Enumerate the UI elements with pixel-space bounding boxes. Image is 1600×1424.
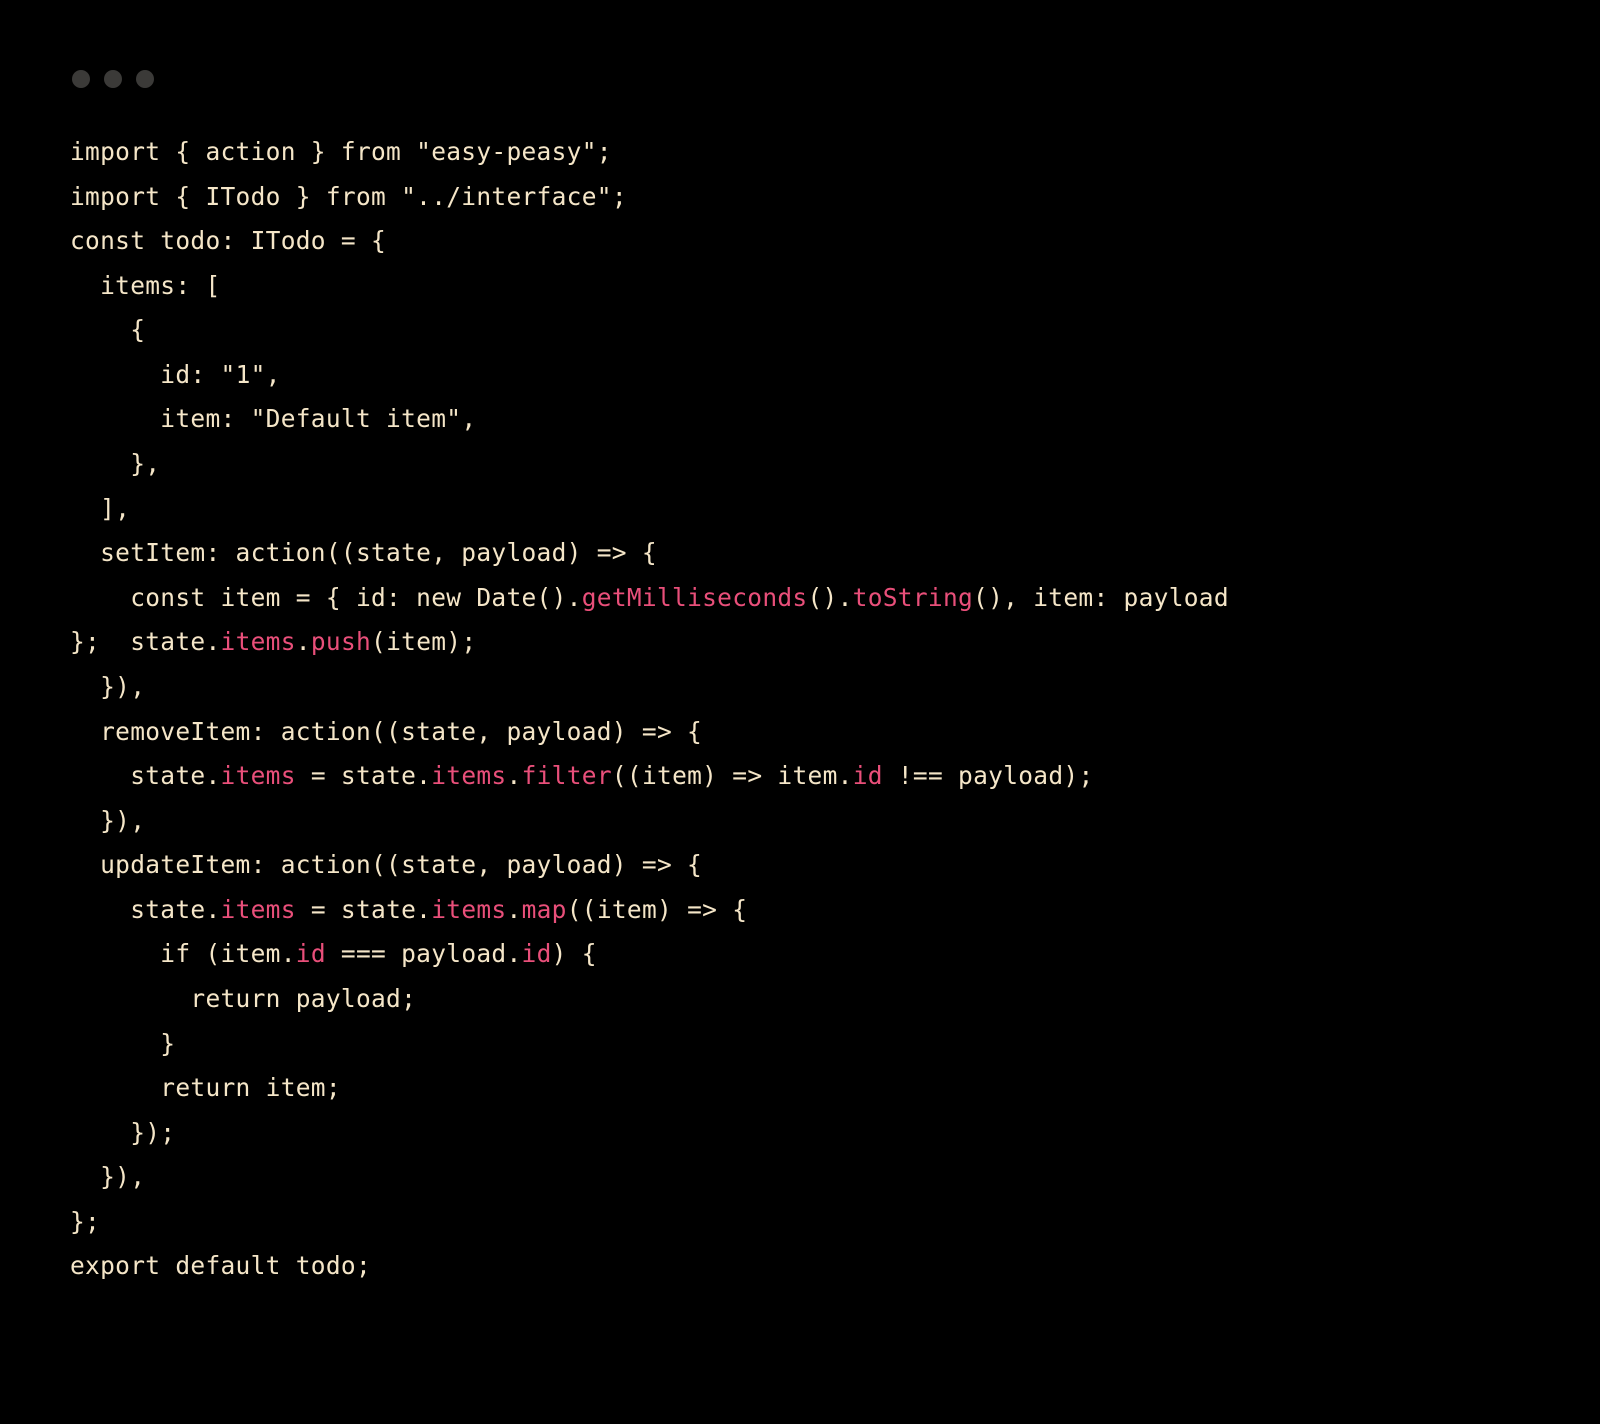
code-token: ((item) => { bbox=[567, 895, 748, 924]
code-token: }), bbox=[70, 806, 145, 835]
code-block: import { action } from "easy-peasy";impo… bbox=[70, 130, 1530, 1289]
code-token: = state. bbox=[296, 761, 431, 790]
code-line: }); bbox=[70, 1111, 1530, 1156]
code-token: return item; bbox=[70, 1073, 341, 1102]
code-token: . bbox=[507, 761, 522, 790]
code-token: items bbox=[221, 627, 296, 656]
code-line: import { ITodo } from "../interface"; bbox=[70, 175, 1530, 220]
code-token: state. bbox=[70, 895, 221, 924]
code-token: . bbox=[507, 895, 522, 924]
code-token: ; bbox=[597, 137, 612, 166]
code-line: updateItem: action((state, payload) => { bbox=[70, 843, 1530, 888]
code-token: = state. bbox=[296, 895, 431, 924]
code-token: "../interface" bbox=[401, 182, 612, 211]
code-line: } bbox=[70, 1022, 1530, 1067]
code-token: }; state. bbox=[70, 627, 221, 656]
code-line: const item = { id: new Date().getMillise… bbox=[70, 576, 1530, 621]
code-token: (item); bbox=[371, 627, 476, 656]
code-token: }), bbox=[70, 672, 145, 701]
code-token: , bbox=[266, 360, 281, 389]
code-token: item: bbox=[70, 404, 251, 433]
code-token: ) { bbox=[552, 939, 597, 968]
code-line: return payload; bbox=[70, 977, 1530, 1022]
code-token: getMilliseconds bbox=[582, 583, 808, 612]
code-token: id: bbox=[70, 360, 221, 389]
code-line: item: "Default item", bbox=[70, 397, 1530, 442]
code-token: (), item: payload bbox=[973, 583, 1244, 612]
code-token: items bbox=[431, 761, 506, 790]
code-line: }), bbox=[70, 1155, 1530, 1200]
code-line: removeItem: action((state, payload) => { bbox=[70, 710, 1530, 755]
code-token: id bbox=[522, 939, 552, 968]
code-token: removeItem: action((state, payload) => { bbox=[70, 717, 702, 746]
code-line: { bbox=[70, 308, 1530, 353]
code-token: filter bbox=[522, 761, 612, 790]
code-line: return item; bbox=[70, 1066, 1530, 1111]
code-token: items: [ bbox=[70, 271, 221, 300]
code-line: id: "1", bbox=[70, 353, 1530, 398]
code-token: export default todo; bbox=[70, 1251, 371, 1280]
code-token: const item = { id: new Date(). bbox=[70, 583, 582, 612]
code-token: return payload; bbox=[70, 984, 416, 1013]
code-line: }; bbox=[70, 1200, 1530, 1245]
code-token: id bbox=[296, 939, 326, 968]
code-line: ], bbox=[70, 487, 1530, 532]
code-line: state.items = state.items.map((item) => … bbox=[70, 888, 1530, 933]
code-token: , bbox=[461, 404, 476, 433]
code-line: setItem: action((state, payload) => { bbox=[70, 531, 1530, 576]
code-token: "Default item" bbox=[251, 404, 462, 433]
code-line: const todo: ITodo = { bbox=[70, 219, 1530, 264]
code-line: if (item.id === payload.id) { bbox=[70, 932, 1530, 977]
code-token: "1" bbox=[221, 360, 266, 389]
code-token: import { ITodo } from bbox=[70, 182, 401, 211]
titlebar bbox=[72, 70, 1530, 88]
code-token: setItem: action((state, payload) => { bbox=[70, 538, 657, 567]
code-token: const todo: ITodo = { bbox=[70, 226, 386, 255]
code-token: } bbox=[70, 1029, 175, 1058]
code-token: ], bbox=[70, 494, 130, 523]
code-token: "easy-peasy" bbox=[416, 137, 597, 166]
code-token: !== payload); bbox=[883, 761, 1094, 790]
code-token: items bbox=[221, 761, 296, 790]
code-line: import { action } from "easy-peasy"; bbox=[70, 130, 1530, 175]
code-token: map bbox=[522, 895, 567, 924]
code-token: import { action } from bbox=[70, 137, 416, 166]
code-token: ((item) => item. bbox=[612, 761, 853, 790]
code-token: items bbox=[431, 895, 506, 924]
code-token: === payload. bbox=[326, 939, 522, 968]
editor-window: import { action } from "easy-peasy";impo… bbox=[40, 40, 1560, 1384]
code-line: }), bbox=[70, 799, 1530, 844]
code-token: ; bbox=[612, 182, 627, 211]
code-token: { bbox=[70, 315, 145, 344]
code-token: . bbox=[296, 627, 311, 656]
code-token: }), bbox=[70, 1162, 145, 1191]
code-token: }; bbox=[70, 1207, 100, 1236]
code-line: }), bbox=[70, 665, 1530, 710]
code-token: if (item. bbox=[70, 939, 296, 968]
code-token: items bbox=[221, 895, 296, 924]
code-token: state. bbox=[70, 761, 221, 790]
code-line: }, bbox=[70, 442, 1530, 487]
code-line: state.items = state.items.filter((item) … bbox=[70, 754, 1530, 799]
code-line: items: [ bbox=[70, 264, 1530, 309]
code-token: toString bbox=[853, 583, 973, 612]
zoom-icon[interactable] bbox=[136, 70, 154, 88]
code-token: (). bbox=[807, 583, 852, 612]
code-token: id bbox=[853, 761, 883, 790]
code-line: }; state.items.push(item); bbox=[70, 620, 1530, 665]
code-token: updateItem: action((state, payload) => { bbox=[70, 850, 702, 879]
minimize-icon[interactable] bbox=[104, 70, 122, 88]
code-token: }); bbox=[70, 1118, 175, 1147]
code-line: export default todo; bbox=[70, 1244, 1530, 1289]
code-token: }, bbox=[70, 449, 160, 478]
code-token: push bbox=[311, 627, 371, 656]
close-icon[interactable] bbox=[72, 70, 90, 88]
